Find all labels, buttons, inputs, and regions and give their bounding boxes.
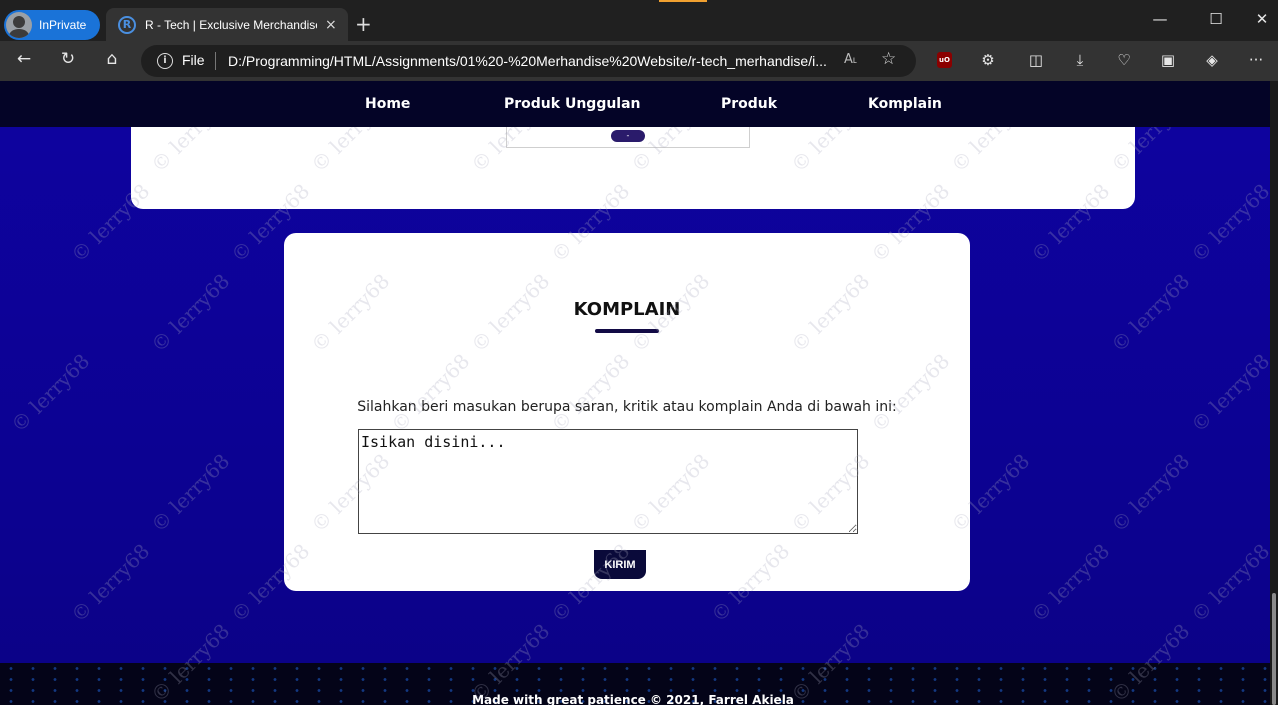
complaint-instruction: Silahkan beri masukan berupa saran, krit… — [357, 399, 897, 415]
profile-avatar-icon — [6, 12, 32, 38]
copilot-icon[interactable]: ◈ — [1201, 51, 1223, 69]
refresh-icon[interactable]: ↻ — [55, 49, 81, 69]
more-menu-icon[interactable]: ··· — [1245, 51, 1267, 69]
site-favicon-icon: R — [118, 15, 136, 34]
page-scrollbar[interactable] — [1270, 81, 1278, 705]
product-item-button[interactable]: - — [611, 130, 645, 142]
downloads-icon[interactable]: ⤓ — [1069, 51, 1091, 69]
watermark-text: © lerry68 — [6, 348, 95, 438]
read-aloud-icon[interactable]: A˪ — [844, 51, 857, 67]
new-tab-button[interactable]: + — [355, 12, 372, 36]
tab-close-icon[interactable]: × — [325, 17, 337, 33]
nav-link-products[interactable]: Produk — [721, 96, 777, 112]
favorite-star-icon[interactable]: ☆ — [881, 49, 896, 69]
browser-toolbar: ← ↻ ⌂ i File D:/Programming/HTML/Assignm… — [0, 41, 1278, 81]
window-close-button[interactable]: ✕ — [1239, 10, 1278, 28]
collections-icon[interactable]: ▣ — [1157, 51, 1179, 69]
back-arrow-icon[interactable]: ← — [11, 49, 37, 69]
product-item-box: - — [506, 127, 750, 148]
watermark-text: © lerry68 — [146, 268, 235, 358]
nav-link-complaint[interactable]: Komplain — [868, 96, 942, 112]
watermark-text: © lerry68 — [1026, 538, 1115, 628]
window-maximize-button[interactable]: ☐ — [1193, 10, 1239, 28]
complaint-heading: KOMPLAIN — [573, 299, 681, 320]
browser-essentials-icon[interactable]: ♡ — [1113, 51, 1135, 69]
watermark-text: © lerry68 — [66, 538, 155, 628]
page-viewport: Home Produk Unggulan Produk Komplain - K… — [0, 81, 1270, 705]
watermark-text: © lerry68 — [1106, 268, 1195, 358]
inprivate-label: InPrivate — [39, 18, 87, 32]
browser-tab-active[interactable]: R R - Tech | Exclusive Merchandise × — [106, 8, 348, 41]
complaint-textarea[interactable] — [358, 429, 858, 534]
address-url[interactable]: D:/Programming/HTML/Assignments/01%20-%2… — [228, 53, 828, 69]
watermark-text: © lerry68 — [1106, 448, 1195, 538]
inprivate-badge[interactable]: InPrivate — [4, 10, 100, 40]
split-screen-icon[interactable]: ◫ — [1025, 51, 1047, 69]
tab-title: R - Tech | Exclusive Merchandise — [145, 17, 317, 32]
watermark-text: © lerry68 — [1186, 178, 1270, 268]
nav-link-featured-products[interactable]: Produk Unggulan — [504, 96, 641, 112]
watermark-text: © lerry68 — [1186, 348, 1270, 438]
footer-credit: Made with great patience © 2021, Farrel … — [472, 693, 794, 705]
address-separator — [215, 52, 216, 70]
window-minimize-button[interactable]: — — [1137, 10, 1183, 28]
tab-strip-accent — [659, 0, 707, 2]
address-bar[interactable]: i File D:/Programming/HTML/Assignments/0… — [141, 45, 916, 77]
home-icon[interactable]: ⌂ — [99, 49, 125, 69]
address-scheme: File — [182, 52, 205, 68]
complaint-card: KOMPLAIN Silahkan beri masukan berupa sa… — [284, 233, 970, 591]
extensions-icon[interactable]: ⚙ — [977, 51, 999, 69]
watermark-text: © lerry68 — [1186, 538, 1270, 628]
site-info-icon[interactable]: i — [157, 53, 173, 69]
browser-titlebar: InPrivate R R - Tech | Exclusive Merchan… — [0, 0, 1278, 41]
site-navbar: Home Produk Unggulan Produk Komplain — [0, 81, 1270, 127]
ublock-extension-icon[interactable]: uO — [937, 52, 952, 68]
heading-underline — [595, 329, 659, 333]
nav-link-home[interactable]: Home — [365, 96, 410, 112]
scrollbar-thumb[interactable] — [1272, 593, 1276, 705]
site-footer: Made with great patience © 2021, Farrel … — [0, 663, 1270, 705]
watermark-text: © lerry68 — [146, 448, 235, 538]
submit-button[interactable]: KIRIM — [594, 550, 646, 579]
